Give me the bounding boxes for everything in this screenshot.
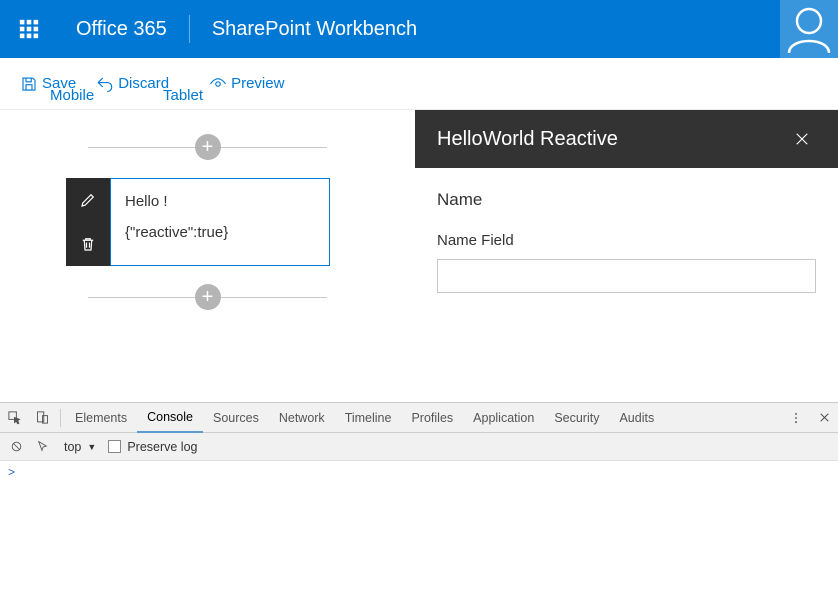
workbench-toolbar: Save Discard Preview Mobile Tablet xyxy=(0,58,838,110)
user-avatar[interactable] xyxy=(780,0,838,58)
add-webpart-button-bottom[interactable]: + xyxy=(195,284,221,310)
app-launcher-button[interactable] xyxy=(0,0,58,58)
add-section-bottom: + xyxy=(18,284,397,310)
tab-timeline[interactable]: Timeline xyxy=(335,403,402,433)
tab-elements[interactable]: Elements xyxy=(65,403,137,433)
pencil-icon xyxy=(79,191,97,209)
webpart-row: Hello ! {"reactive":true} xyxy=(66,178,397,266)
console-toolbar: top ▼ Preserve log xyxy=(0,433,838,461)
save-icon xyxy=(20,75,38,93)
context-select-value: top xyxy=(64,440,81,454)
inspect-element-button[interactable] xyxy=(0,404,28,432)
tab-sources[interactable]: Sources xyxy=(203,403,269,433)
webpart-line-1: Hello ! xyxy=(125,193,315,210)
device-icon xyxy=(35,410,50,425)
context-select[interactable]: top ▼ xyxy=(58,438,102,456)
ban-icon xyxy=(10,440,23,453)
save-button[interactable]: Save xyxy=(12,69,84,99)
clear-console-button[interactable] xyxy=(6,433,26,461)
preview-icon xyxy=(209,75,227,93)
webpart-line-2: {"reactive":true} xyxy=(125,224,315,241)
devtools-menu-button[interactable] xyxy=(782,404,810,432)
trash-icon xyxy=(79,235,97,253)
toggle-device-button[interactable] xyxy=(28,404,56,432)
property-pane-header: HelloWorld Reactive xyxy=(415,110,838,168)
save-label: Save xyxy=(42,75,76,92)
edit-webpart-button[interactable] xyxy=(66,178,110,222)
property-pane-body: Name Name Field xyxy=(415,168,838,315)
webpart-toolbar xyxy=(66,178,110,266)
property-field-label: Name Field xyxy=(437,232,816,249)
filter-button[interactable] xyxy=(32,433,52,461)
inspect-icon xyxy=(7,410,22,425)
person-icon xyxy=(785,5,833,53)
chevron-down-icon: ▼ xyxy=(87,442,96,452)
preserve-log-checkbox[interactable] xyxy=(108,440,121,453)
preview-button[interactable]: Preview xyxy=(201,69,292,99)
tab-application[interactable]: Application xyxy=(463,403,544,433)
devtools-close-button[interactable] xyxy=(810,404,838,432)
close-icon xyxy=(793,130,811,148)
suite-divider xyxy=(189,15,190,43)
suite-app-name: SharePoint Workbench xyxy=(212,18,417,41)
devtools-pane: Elements Console Sources Network Timelin… xyxy=(0,402,838,602)
close-icon xyxy=(818,411,831,424)
main-area: + Hello ! {"reactive":true} + HelloWo xyxy=(0,110,838,402)
discard-button[interactable]: Discard xyxy=(88,69,177,99)
add-webpart-button-top[interactable]: + xyxy=(195,134,221,160)
canvas-area: + Hello ! {"reactive":true} + xyxy=(0,110,415,402)
suite-bar: Office 365 SharePoint Workbench xyxy=(0,0,838,58)
suite-brand[interactable]: Office 365 xyxy=(76,18,167,41)
devtools-tabbar: Elements Console Sources Network Timelin… xyxy=(0,403,838,433)
property-section-label: Name xyxy=(437,190,816,210)
property-pane-title: HelloWorld Reactive xyxy=(437,128,618,151)
tab-network[interactable]: Network xyxy=(269,403,335,433)
undo-icon xyxy=(96,75,114,93)
tab-console[interactable]: Console xyxy=(137,403,203,433)
console-prompt: > xyxy=(8,465,15,479)
preserve-log-label: Preserve log xyxy=(127,440,197,454)
delete-webpart-button[interactable] xyxy=(66,222,110,266)
waffle-icon xyxy=(18,18,40,40)
discard-label: Discard xyxy=(118,75,169,92)
property-pane: HelloWorld Reactive Name Name Field xyxy=(415,110,838,402)
preview-label: Preview xyxy=(231,75,284,92)
add-section-top: + xyxy=(18,134,397,160)
console-output[interactable]: > xyxy=(0,461,838,602)
kebab-icon xyxy=(789,411,803,425)
tab-security[interactable]: Security xyxy=(544,403,609,433)
tab-profiles[interactable]: Profiles xyxy=(401,403,463,433)
webpart-box[interactable]: Hello ! {"reactive":true} xyxy=(110,178,330,266)
name-field-input[interactable] xyxy=(437,259,816,293)
close-pane-button[interactable] xyxy=(788,125,816,153)
tab-audits[interactable]: Audits xyxy=(609,403,664,433)
pointer-icon xyxy=(36,440,49,453)
